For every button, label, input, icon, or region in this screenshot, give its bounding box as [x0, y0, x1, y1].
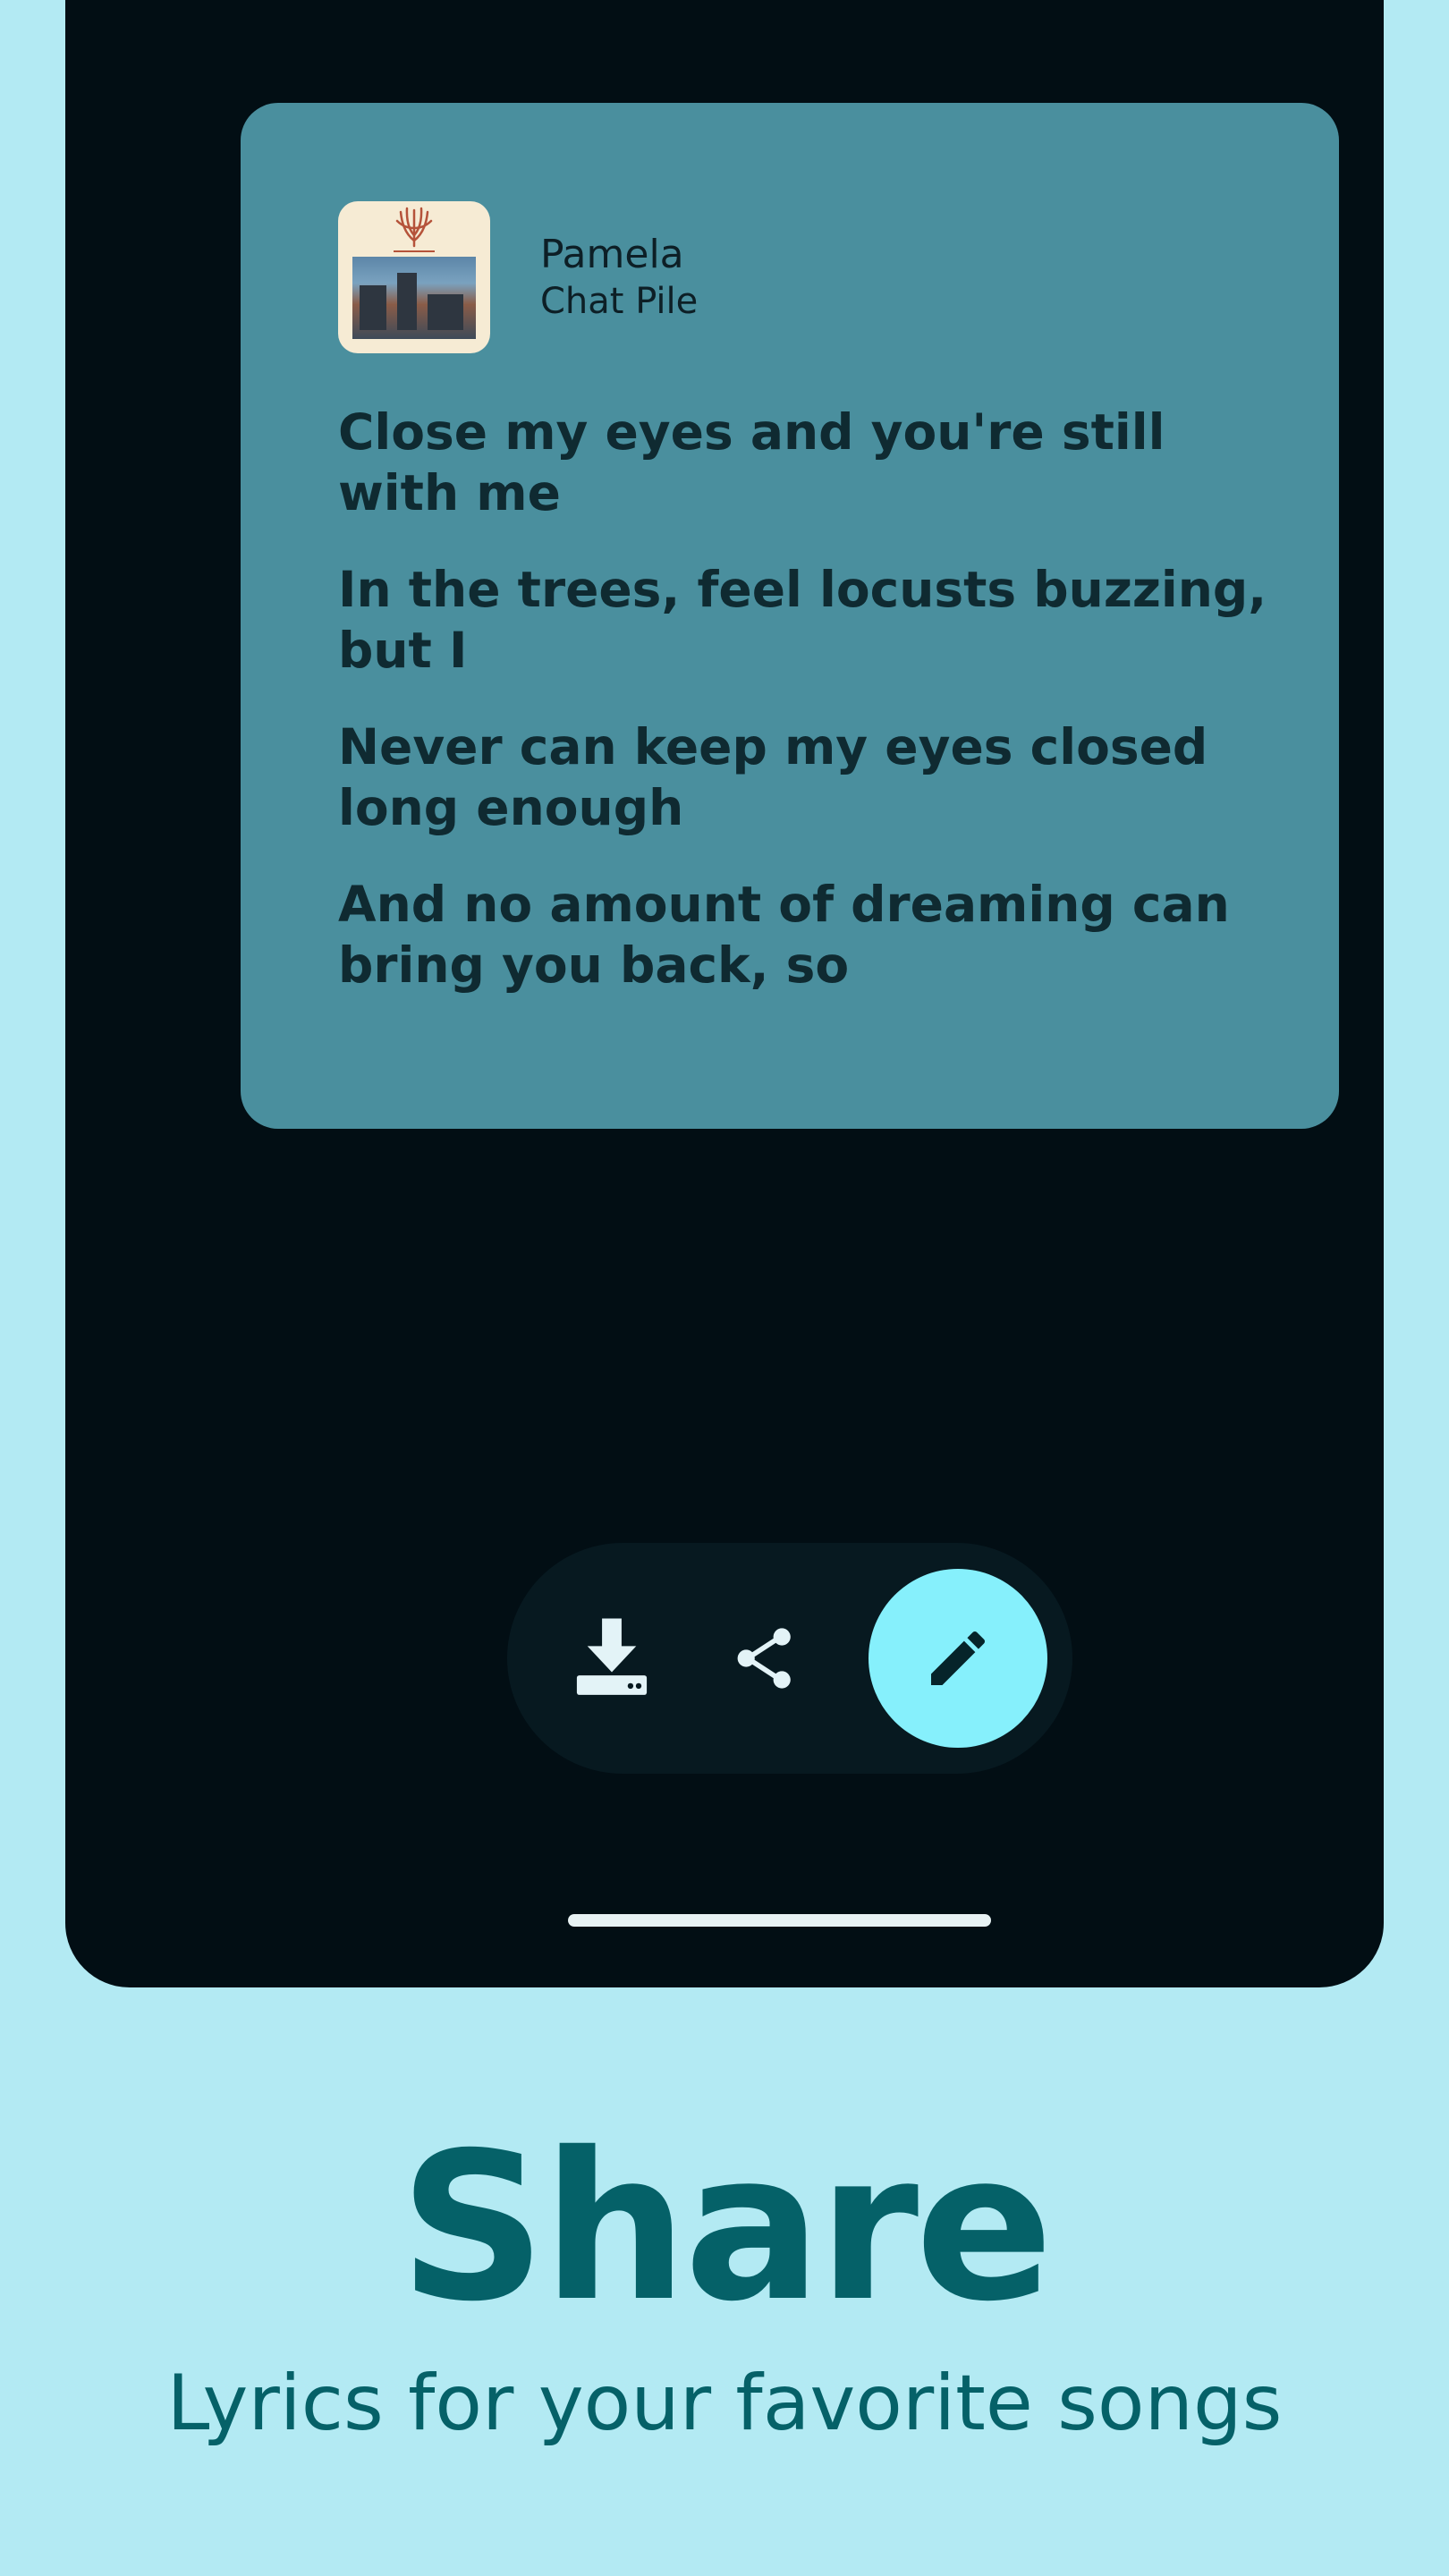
track-meta: Pamela Chat Pile: [540, 231, 698, 324]
lyric-line: Close my eyes and you're still with me: [338, 403, 1165, 521]
lyrics-list: Close my eyes and you're still with me I…: [338, 402, 1268, 1031]
album-photo: [352, 257, 476, 339]
lyric-line: In the trees, feel locusts buzzing, but …: [338, 561, 1267, 679]
pencil-icon: [931, 1631, 986, 1685]
album-art: [338, 201, 490, 353]
download-icon: [576, 1618, 648, 1695]
lyric-line: Never can keep my eyes closed long enoug…: [338, 718, 1208, 836]
album-emblem-icon: [394, 207, 435, 252]
download-button[interactable]: [563, 1609, 661, 1707]
share-button[interactable]: [720, 1614, 809, 1703]
share-icon: [737, 1628, 791, 1689]
track-title: Pamela: [540, 232, 684, 277]
action-bar: [507, 1543, 1072, 1774]
promo-subtitle: Lyrics for your favorite songs: [166, 2359, 1283, 2448]
edit-button[interactable]: [869, 1569, 1047, 1748]
track-header: Pamela Chat Pile: [338, 201, 698, 353]
lyric-line: And no amount of dreaming can bring you …: [338, 876, 1230, 994]
lyrics-card: Pamela Chat Pile Close my eyes and you'r…: [241, 103, 1339, 1129]
promo-headline: Share: [399, 2108, 1053, 2346]
phone-screen: Pamela Chat Pile Close my eyes and you'r…: [65, 0, 1384, 1987]
track-artist: Chat Pile: [540, 281, 699, 322]
home-indicator[interactable]: [568, 1914, 991, 1927]
